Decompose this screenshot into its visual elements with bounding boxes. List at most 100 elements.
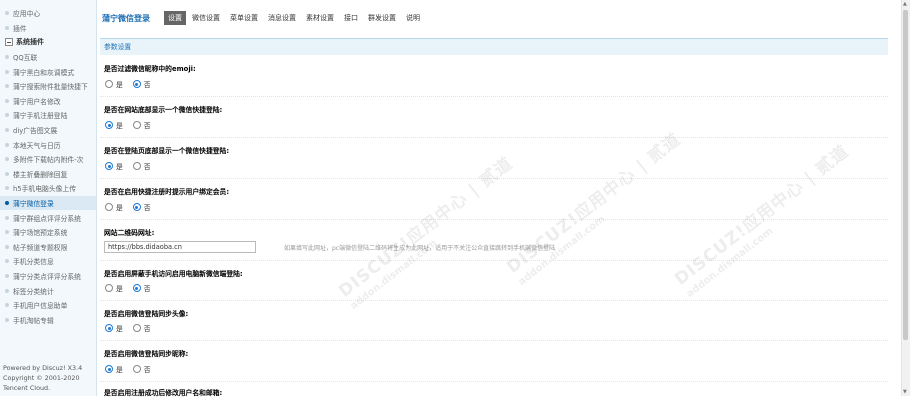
scroll-thumb[interactable] bbox=[903, 10, 908, 340]
divider bbox=[100, 381, 888, 382]
dot-icon bbox=[5, 317, 9, 322]
sidebar-item[interactable]: 标签分类统计 bbox=[0, 283, 96, 298]
radio-no[interactable] bbox=[132, 80, 141, 88]
qrcode-url-input[interactable]: https://bbs.didaoba.cn bbox=[104, 241, 256, 253]
divider bbox=[100, 137, 888, 138]
copyright: Copyright © 2001-2020 bbox=[3, 374, 80, 382]
divider bbox=[100, 219, 888, 220]
tab-menu-settings[interactable]: 菜单设置 bbox=[226, 11, 262, 25]
radio-no[interactable] bbox=[132, 284, 141, 292]
radio-yes[interactable] bbox=[105, 121, 113, 129]
dot-icon bbox=[5, 244, 9, 249]
sidebar-item[interactable]: 蒲宁用户名修改 bbox=[0, 94, 96, 109]
field-label-login-page-quick-login: 是否在登陆页底部显示一个微信快捷登陆: bbox=[104, 147, 230, 155]
sidebar-group-system-plugins[interactable]: 系统插件 bbox=[0, 35, 96, 50]
radio-group-filter-emoji: 是 否 bbox=[105, 79, 161, 89]
scroll-down-icon[interactable]: ▼ bbox=[903, 389, 907, 395]
header: 蒲宁微信登录 设置 微信设置 菜单设置 消息设置 素材设置 接口 群发设置 说明 bbox=[97, 0, 902, 34]
tab-wechat-settings[interactable]: 微信设置 bbox=[188, 11, 224, 25]
page-title: 蒲宁微信登录 bbox=[102, 14, 150, 23]
radio-yes[interactable] bbox=[105, 203, 113, 211]
radio-yes[interactable] bbox=[105, 80, 113, 88]
dot-icon bbox=[5, 25, 9, 30]
radio-group-sync-avatar: 是 否 bbox=[105, 323, 161, 333]
tab-instructions[interactable]: 说明 bbox=[402, 11, 424, 25]
dot-icon bbox=[5, 69, 9, 74]
tab-settings[interactable]: 设置 bbox=[164, 11, 186, 25]
section-title: 参数设置 bbox=[100, 38, 888, 55]
company: Tencent Cloud. bbox=[3, 384, 51, 392]
radio-no[interactable] bbox=[132, 324, 141, 332]
dot-icon bbox=[5, 113, 9, 118]
sidebar-item-app-center[interactable]: 应用中心 bbox=[0, 6, 96, 21]
field-label-bind-member-prompt: 是否在启用快捷注册时提示用户绑定会员: bbox=[104, 188, 230, 196]
divider bbox=[100, 96, 888, 97]
sidebar-item[interactable]: 蒲宁手机注册登陆 bbox=[0, 108, 96, 123]
watermark: DISCUZ!应用中心 | 贰道 addon.dismall.com bbox=[335, 153, 517, 312]
sidebar-footer: Powered by Discuz! X3.4 Copyright © 2001… bbox=[3, 363, 82, 393]
dot-icon bbox=[5, 230, 9, 235]
dot-icon bbox=[5, 128, 9, 133]
sidebar-item-plugins[interactable]: 插件 bbox=[0, 21, 96, 36]
field-label-sync-avatar: 是否启用微信登陆同步头像: bbox=[104, 310, 189, 318]
sidebar-item[interactable]: 蒲宁黑白和灰调模式 bbox=[0, 64, 96, 79]
dot-icon bbox=[5, 201, 9, 206]
sidebar-item[interactable]: 蒲宁群组点评评分系统 bbox=[0, 210, 96, 225]
divider bbox=[100, 300, 888, 301]
sidebar-item[interactable]: diy广告图文展 bbox=[0, 123, 96, 138]
sidebar-item[interactable]: h5手机电脑头像上传 bbox=[0, 181, 96, 196]
field-label-sync-nickname: 是否启用微信登陆同步昵称: bbox=[104, 350, 189, 358]
sidebar-item[interactable]: 多附件下载帖内附件-次 bbox=[0, 152, 96, 167]
watermark: DISCUZ!应用中心 | 贰道 addon.dismall.com bbox=[503, 129, 685, 288]
sidebar: 应用中心 插件 系统插件 QQ互联 蒲宁黑白和灰调模式 蒲宁搜索附件批量快捷下 … bbox=[0, 0, 97, 396]
dot-icon bbox=[5, 259, 9, 264]
dot-icon bbox=[5, 157, 9, 162]
dot-icon bbox=[5, 55, 9, 60]
tab-broadcast-settings[interactable]: 群发设置 bbox=[364, 11, 400, 25]
dot-icon bbox=[5, 288, 9, 293]
tab-material-settings[interactable]: 素材设置 bbox=[302, 11, 338, 25]
sidebar-item[interactable]: 蒲宁搜索附件批量快捷下 bbox=[0, 79, 96, 94]
dot-icon bbox=[5, 98, 9, 103]
scrollbar[interactable]: ▲ ▼ bbox=[901, 0, 910, 396]
field-label-footer-quick-login: 是否在网站底部显示一个微信快捷登陆: bbox=[104, 106, 223, 114]
radio-yes[interactable] bbox=[105, 284, 113, 292]
divider bbox=[100, 260, 888, 261]
dot-icon bbox=[5, 84, 9, 89]
radio-yes[interactable] bbox=[105, 365, 113, 373]
tab-api[interactable]: 接口 bbox=[340, 11, 362, 25]
tab-message-settings[interactable]: 消息设置 bbox=[264, 11, 300, 25]
sidebar-item[interactable]: 手机分类信息 bbox=[0, 254, 96, 269]
sidebar-item[interactable]: 蒲宁场馆预定系统 bbox=[0, 225, 96, 240]
radio-group-login-page-quick-login: 是 否 bbox=[105, 161, 161, 171]
sidebar-item[interactable]: 手机淘帖专辑 bbox=[0, 312, 96, 327]
dot-icon bbox=[5, 171, 9, 176]
sidebar-item[interactable]: 蒲宁分类点评评分系统 bbox=[0, 269, 96, 284]
radio-yes[interactable] bbox=[105, 162, 113, 170]
sidebar-item[interactable]: 帖子频道专题权限 bbox=[0, 240, 96, 255]
radio-yes[interactable] bbox=[105, 324, 113, 332]
dot-icon bbox=[5, 303, 9, 308]
sidebar-item[interactable]: 手机用户信息助单 bbox=[0, 298, 96, 313]
sidebar-item[interactable]: 楼主折叠删除回复 bbox=[0, 167, 96, 182]
sidebar-item[interactable]: 本地天气与日历 bbox=[0, 137, 96, 152]
scroll-up-icon[interactable]: ▲ bbox=[903, 1, 907, 7]
radio-no[interactable] bbox=[132, 162, 141, 170]
dot-icon bbox=[5, 11, 9, 16]
field-label-block-mobile: 是否启用屏蔽手机访问启用电脑新微信端登陆: bbox=[104, 270, 243, 278]
powered-by: Powered by Discuz! X3.4 bbox=[3, 364, 83, 372]
radio-no[interactable] bbox=[132, 203, 141, 211]
sidebar-list: 应用中心 插件 系统插件 QQ互联 蒲宁黑白和灰调模式 蒲宁搜索附件批量快捷下 … bbox=[0, 0, 96, 327]
field-label-filter-emoji: 是否过滤微信昵称中的emoji: bbox=[104, 65, 196, 73]
radio-group-sync-nickname: 是 否 bbox=[105, 364, 161, 374]
sidebar-item-wechat-login[interactable]: 蒲宁微信登录 bbox=[0, 195, 96, 211]
radio-no[interactable] bbox=[132, 121, 141, 129]
dot-icon bbox=[5, 142, 9, 147]
divider bbox=[100, 340, 888, 341]
main-content: 参数设置 bbox=[100, 38, 888, 55]
sidebar-item-qq-connect[interactable]: QQ互联 bbox=[0, 50, 96, 65]
minus-box-icon[interactable] bbox=[5, 38, 13, 47]
radio-group-block-mobile: 是 否 bbox=[105, 283, 161, 293]
divider bbox=[100, 178, 888, 179]
radio-no[interactable] bbox=[132, 365, 141, 373]
